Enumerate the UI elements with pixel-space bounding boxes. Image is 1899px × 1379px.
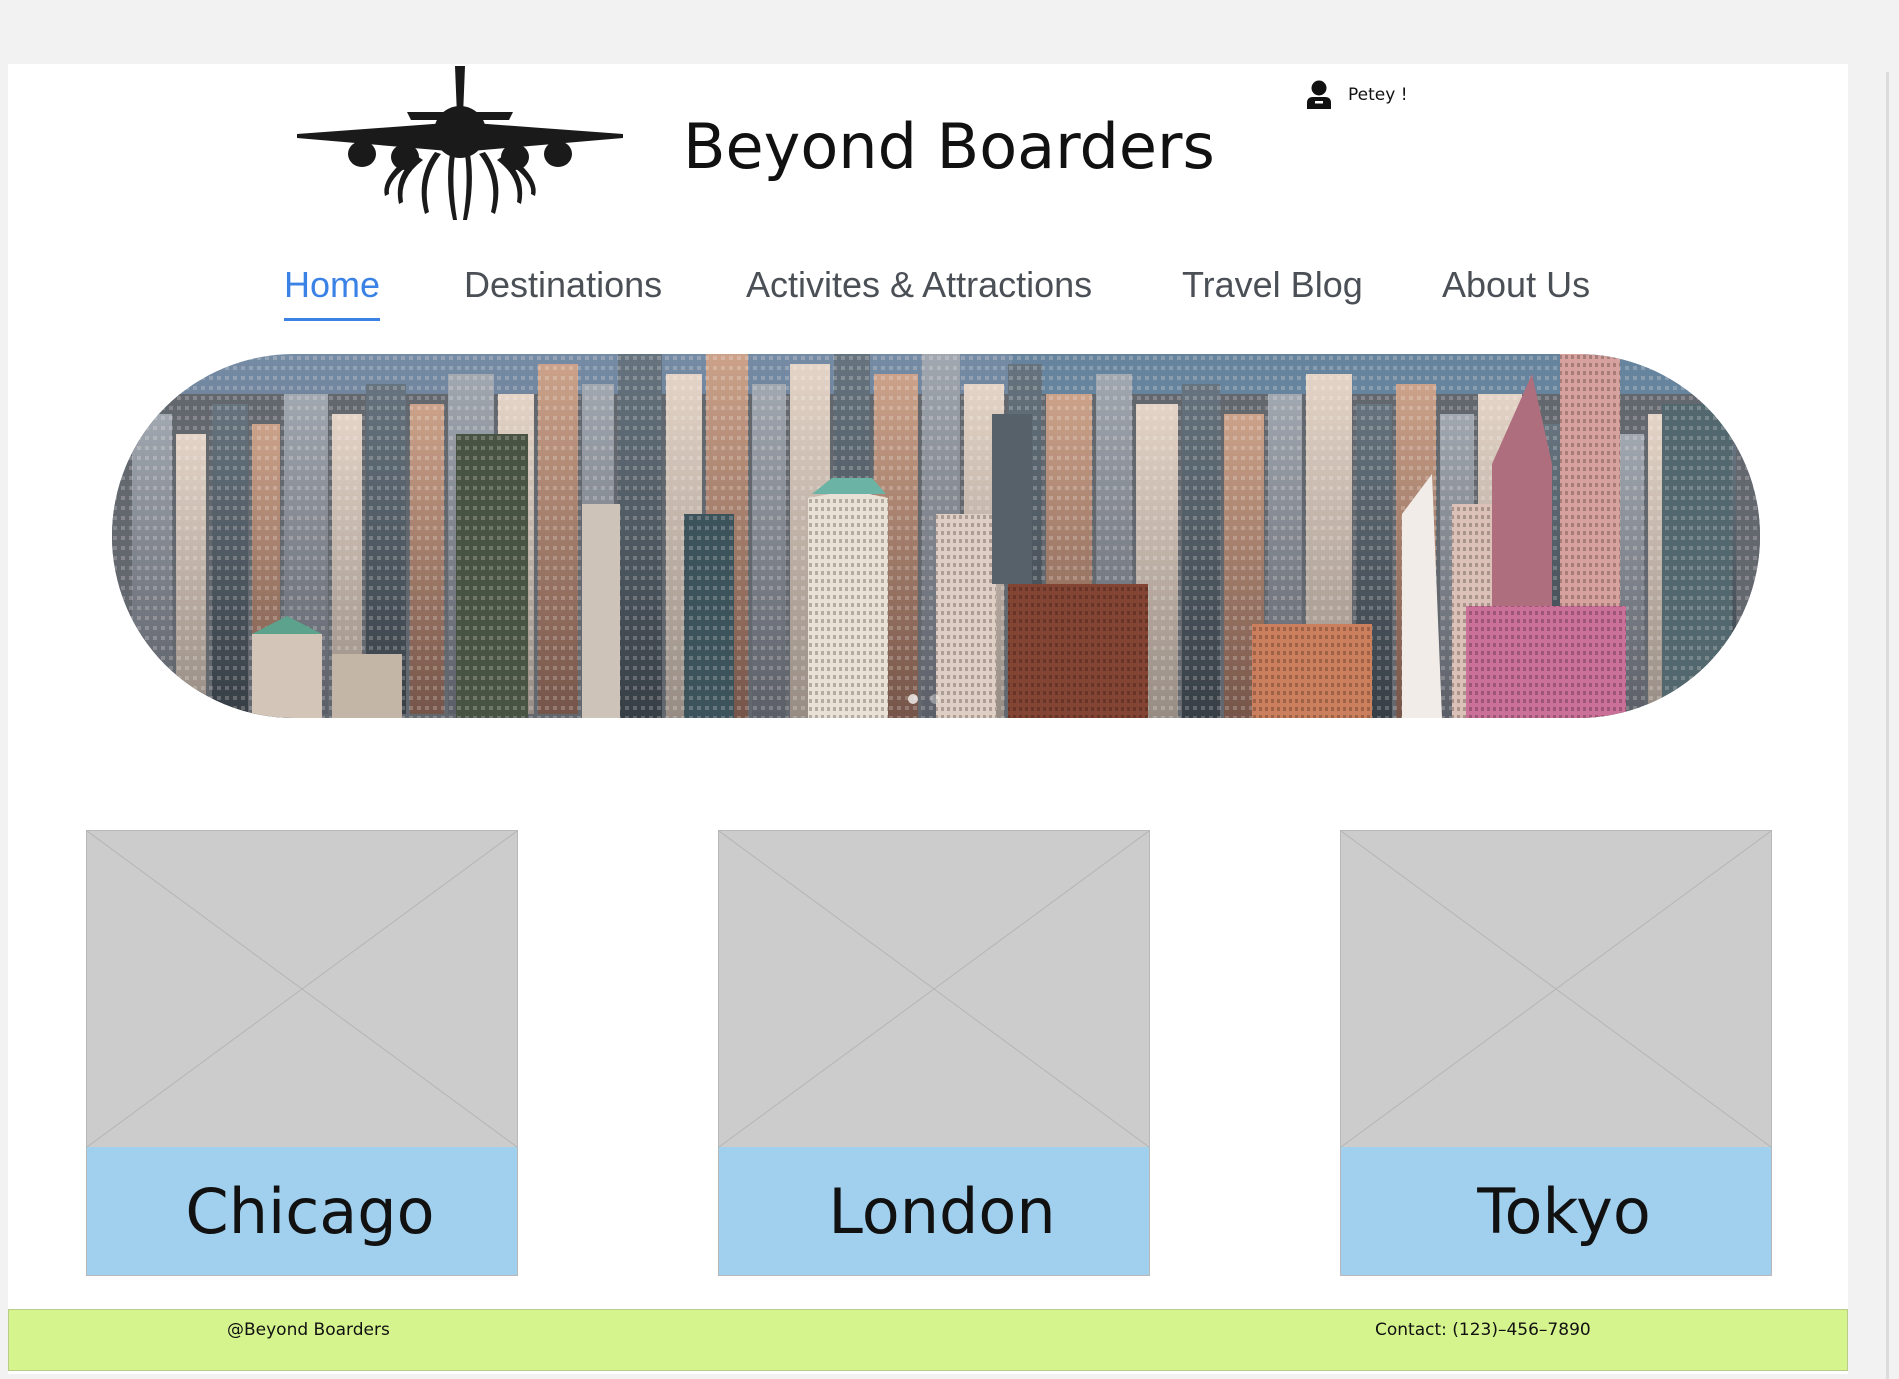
footer-contact: Contact: (123)–456–7890: [1375, 1320, 1591, 1340]
user-account[interactable]: Petey !: [1306, 80, 1408, 110]
carousel-indicators: [908, 694, 940, 704]
nav-activities-label: Activites & Attractions: [746, 264, 1093, 305]
destination-label: London: [719, 1147, 1149, 1275]
hero-carousel[interactable]: [112, 354, 1760, 718]
user-name[interactable]: Petey !: [1348, 85, 1408, 105]
destination-card-chicago[interactable]: Chicago: [86, 830, 518, 1276]
nav-activities-attractions[interactable]: Activites & Attractions: [746, 264, 1092, 306]
nav-travel-blog-label: Travel Blog: [1182, 264, 1363, 305]
footer-copyright: @Beyond Boarders: [227, 1320, 390, 1340]
image-placeholder-icon: [87, 831, 517, 1147]
nav-home-label: Home: [284, 264, 381, 305]
nav-active-underline: [284, 318, 381, 321]
site-title: Beyond Boarders: [683, 110, 1215, 183]
footer: @Beyond Boarders Contact: (123)–456–7890: [8, 1309, 1848, 1371]
image-placeholder-icon: [1341, 831, 1771, 1147]
nav-home[interactable]: Home: [284, 264, 381, 321]
destination-label: Chicago: [87, 1147, 517, 1275]
destination-card-tokyo[interactable]: Tokyo: [1340, 830, 1772, 1276]
nav-destinations-label: Destinations: [464, 264, 663, 305]
image-placeholder-icon: [719, 831, 1149, 1147]
user-icon[interactable]: [1306, 80, 1332, 110]
carousel-dot[interactable]: [908, 694, 918, 704]
destination-label: Tokyo: [1341, 1147, 1771, 1275]
carousel-dot[interactable]: [930, 694, 940, 704]
nav-travel-blog[interactable]: Travel Blog: [1182, 264, 1363, 306]
window-edge: [1886, 72, 1889, 1379]
airplane-logo-icon[interactable]: [295, 64, 625, 224]
nav-about-us[interactable]: About Us: [1442, 264, 1590, 306]
main-nav: Home Destinations Activites & Attraction…: [8, 264, 1848, 324]
nav-destinations[interactable]: Destinations: [464, 264, 662, 306]
page: Beyond Boarders Petey ! Home Destination…: [8, 64, 1848, 1374]
city-skyline-image: [112, 354, 1760, 718]
destination-card-london[interactable]: London: [718, 830, 1150, 1276]
nav-about-us-label: About Us: [1442, 264, 1591, 305]
